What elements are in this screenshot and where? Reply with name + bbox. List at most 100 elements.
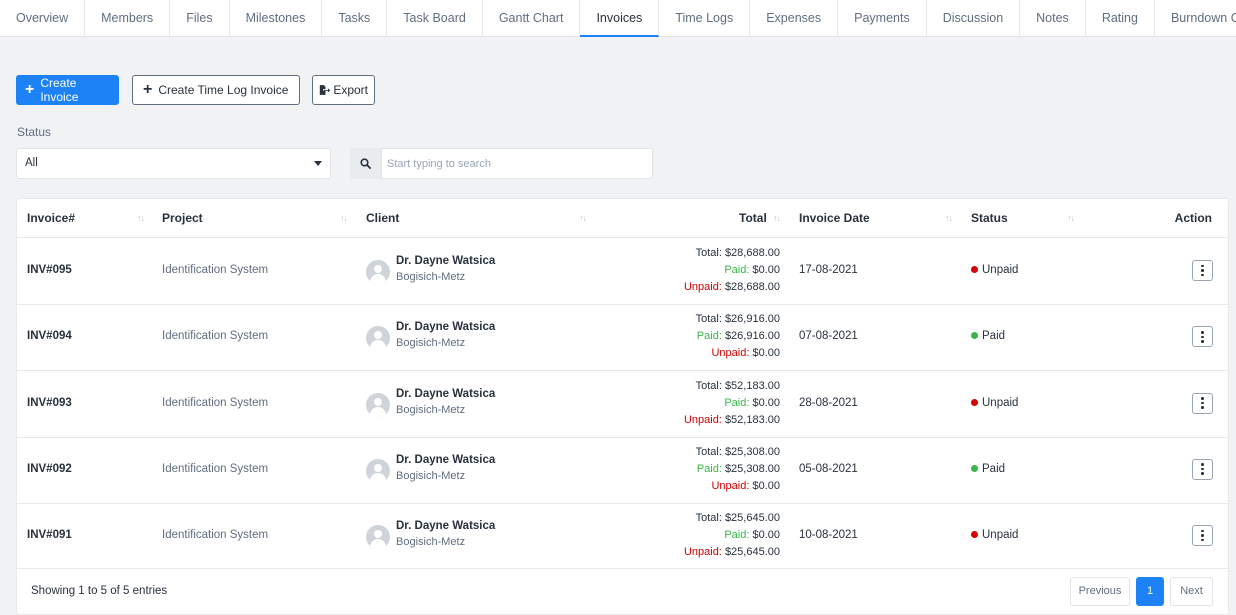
status-dot-icon	[971, 464, 978, 472]
column-header-status[interactable]: Status	[971, 199, 1008, 237]
unpaid-label: Unpaid:	[683, 413, 722, 426]
row-divider	[17, 304, 1228, 306]
tab-task-board[interactable]: Task Board	[387, 0, 483, 37]
unpaid-label: Unpaid:	[711, 479, 750, 492]
paid-amount-line: Paid: $0.00	[724, 529, 780, 541]
unpaid-amount: $52,183.00	[724, 413, 780, 426]
kebab-menu-icon[interactable]	[1192, 260, 1213, 282]
total-amount-line: Total: $26,916.00	[696, 313, 780, 325]
client-company: Bogisich-Metz	[396, 535, 466, 548]
status-text: Unpaid	[982, 528, 1019, 541]
column-header-invoice[interactable]: Invoice#	[27, 199, 75, 237]
pagination-page-1[interactable]: 1	[1136, 577, 1164, 606]
status-select[interactable]: All	[16, 148, 331, 179]
sort-icon: ↑↓	[945, 213, 953, 223]
project-name[interactable]: Identification System	[162, 397, 268, 409]
unpaid-amount-line: Unpaid: $0.00	[711, 347, 780, 359]
invoice-total-breakdown: Total: $26,916.00 Paid: $26,916.00 Unpai…	[577, 313, 780, 363]
invoice-number[interactable]: INV#093	[27, 397, 72, 409]
avatar-placeholder-icon	[366, 458, 390, 483]
client-name[interactable]: Dr. Dayne Watsica	[396, 388, 495, 400]
tab-members[interactable]: Members	[85, 0, 171, 37]
tab-tasks[interactable]: Tasks	[322, 0, 388, 37]
tab-invoices[interactable]: Invoices	[580, 0, 660, 37]
sort-icon: ↑↓	[137, 213, 145, 223]
paid-label: Paid:	[696, 462, 722, 475]
tab-overview[interactable]: Overview	[0, 0, 86, 37]
unpaid-label: Unpaid:	[683, 281, 722, 294]
avatar-placeholder-icon	[366, 326, 390, 351]
paid-amount: $25,308.00	[724, 462, 780, 475]
create-time-log-invoice-button[interactable]: + Create Time Log Invoice	[132, 75, 300, 105]
tab-burndown-chart[interactable]: Burndown Chart	[1155, 0, 1236, 37]
column-header-total[interactable]: Total	[739, 199, 767, 237]
column-header-client[interactable]: Client	[366, 199, 399, 237]
kebab-menu-icon[interactable]	[1192, 326, 1213, 348]
column-header-action: Action	[1174, 211, 1212, 225]
invoice-total-breakdown: Total: $28,688.00 Paid: $0.00 Unpaid: $2…	[577, 247, 780, 297]
tab-files[interactable]: Files	[170, 0, 230, 37]
export-button[interactable]: Export	[312, 75, 375, 105]
avatar-placeholder-icon	[366, 524, 390, 549]
status-dot-icon	[971, 332, 978, 340]
status-badge: Unpaid	[971, 529, 1018, 541]
plus-icon: +	[25, 81, 35, 98]
invoice-number[interactable]: INV#095	[27, 264, 72, 276]
kebab-menu-icon[interactable]	[1192, 392, 1213, 414]
project-name[interactable]: Identification System	[162, 330, 268, 342]
total-amount-line: Total: $25,645.00	[696, 512, 780, 524]
total-label: Total:	[695, 379, 722, 392]
client-name[interactable]: Dr. Dayne Watsica	[396, 520, 495, 532]
client-name[interactable]: Dr. Dayne Watsica	[396, 454, 495, 466]
tab-expenses[interactable]: Expenses	[750, 0, 839, 37]
create-invoice-button[interactable]: + Create Invoice	[16, 75, 119, 105]
tab-discussion[interactable]: Discussion	[927, 0, 1021, 37]
client-name[interactable]: Dr. Dayne Watsica	[396, 255, 495, 267]
total-label: Total:	[695, 247, 722, 260]
paid-amount-line: Paid: $25,308.00	[697, 463, 780, 475]
row-divider	[17, 370, 1228, 372]
tab-milestones[interactable]: Milestones	[230, 0, 323, 37]
project-name[interactable]: Identification System	[162, 264, 268, 276]
tab-payments[interactable]: Payments	[838, 0, 927, 37]
tab-notes[interactable]: Notes	[1020, 0, 1086, 37]
total-amount: $28,688.00	[724, 247, 780, 260]
column-header-invoice-date[interactable]: Invoice Date	[799, 199, 870, 237]
paid-amount-line: Paid: $26,916.00	[697, 330, 780, 342]
invoice-number[interactable]: INV#094	[27, 330, 72, 342]
sort-icon: ↑↓	[579, 213, 587, 223]
tab-gantt-chart[interactable]: Gantt Chart	[483, 0, 581, 37]
project-name[interactable]: Identification System	[162, 529, 268, 541]
client-name[interactable]: Dr. Dayne Watsica	[396, 321, 495, 333]
paid-label: Paid:	[696, 330, 722, 343]
paid-amount: $0.00	[752, 396, 780, 409]
status-badge: Unpaid	[971, 264, 1018, 276]
total-label: Total:	[695, 445, 722, 458]
pagination-previous[interactable]: Previous	[1070, 577, 1130, 606]
pagination-next[interactable]: Next	[1170, 577, 1213, 606]
search-input[interactable]	[381, 148, 653, 179]
status-text: Unpaid	[982, 264, 1019, 277]
unpaid-amount-line: Unpaid: $28,688.00	[684, 281, 780, 293]
kebab-menu-icon[interactable]	[1192, 458, 1213, 480]
tab-rating[interactable]: Rating	[1086, 0, 1155, 37]
invoice-number[interactable]: INV#091	[27, 529, 72, 541]
caret-down-icon	[314, 161, 322, 166]
project-name[interactable]: Identification System	[162, 463, 268, 475]
tab-time-logs[interactable]: Time Logs	[659, 0, 751, 37]
create-time-log-invoice-label: Create Time Log Invoice	[158, 83, 289, 97]
total-amount-line: Total: $25,308.00	[696, 446, 780, 458]
unpaid-amount: $0.00	[752, 479, 780, 492]
invoice-total-breakdown: Total: $52,183.00 Paid: $0.00 Unpaid: $5…	[577, 380, 780, 430]
avatar-placeholder-icon	[366, 392, 390, 417]
status-badge: Paid	[971, 330, 1005, 342]
unpaid-amount: $25,645.00	[724, 545, 780, 558]
column-header-project[interactable]: Project	[162, 199, 203, 237]
unpaid-amount-line: Unpaid: $52,183.00	[684, 414, 780, 426]
status-badge: Paid	[971, 463, 1005, 475]
invoice-number[interactable]: INV#092	[27, 463, 72, 475]
footer-divider	[17, 568, 1228, 569]
kebab-menu-icon[interactable]	[1192, 524, 1213, 546]
total-label: Total:	[695, 313, 722, 326]
unpaid-amount-line: Unpaid: $25,645.00	[684, 546, 780, 558]
